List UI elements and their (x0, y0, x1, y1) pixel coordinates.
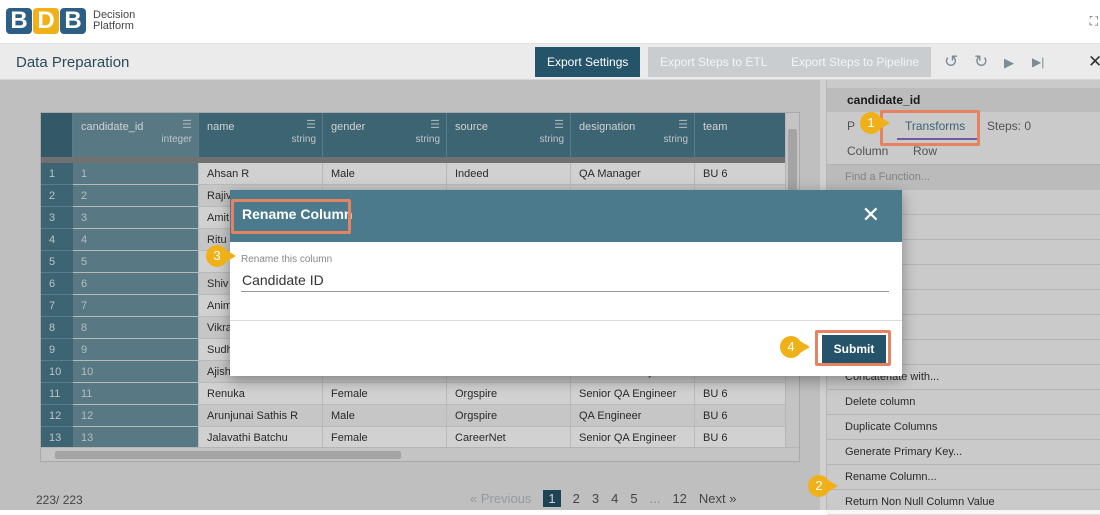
page-title: Data Preparation (16, 54, 130, 71)
dialog-header: Rename Column ✕ (230, 190, 902, 242)
top-bar: B D B Decision Platform ⛶ (0, 0, 1100, 44)
step-badge-1: 1 (860, 112, 882, 134)
logo-letter-b2: B (60, 8, 86, 34)
step-badge-pointer (226, 250, 236, 262)
step-badge-pointer (880, 117, 890, 129)
dialog-title: Rename Column (242, 206, 353, 222)
step-badge-pointer (828, 480, 838, 492)
brand-name: Decision Platform (93, 10, 135, 32)
export-steps-to-etl-button[interactable]: Export Steps to ETL (648, 47, 780, 77)
brand-logo[interactable]: B D B Decision Platform (6, 8, 135, 34)
brand-name-line2: Platform (93, 20, 134, 32)
export-steps-to-pipeline-button[interactable]: Export Steps to Pipeline (779, 47, 932, 77)
play-icon[interactable]: ▶ (1004, 55, 1014, 71)
rename-column-input[interactable] (241, 268, 889, 292)
logo-letter-b1: B (6, 8, 32, 34)
dialog-close-icon[interactable]: ✕ (862, 204, 880, 226)
fullscreen-icon[interactable]: ⛶ (1090, 14, 1098, 29)
export-settings-button[interactable]: Export Settings (535, 47, 641, 77)
step-badge-2: 2 (808, 475, 830, 497)
submit-button[interactable]: Submit (822, 335, 886, 363)
step-badge-4: 4 (780, 336, 802, 358)
toolbar: Data Preparation Export Settings Export … (0, 44, 1100, 80)
redo-icon[interactable]: ↻ (974, 52, 988, 72)
step-forward-icon[interactable]: ▶| (1032, 55, 1044, 69)
step-badge-3: 3 (206, 245, 228, 267)
undo-icon[interactable]: ↺ (944, 52, 958, 72)
step-badge-pointer (800, 341, 810, 353)
logo-letter-d: D (33, 8, 59, 34)
rename-field-label: Rename this column (241, 254, 333, 265)
dialog-divider (230, 320, 902, 321)
close-icon[interactable]: ✕ (1088, 52, 1100, 72)
